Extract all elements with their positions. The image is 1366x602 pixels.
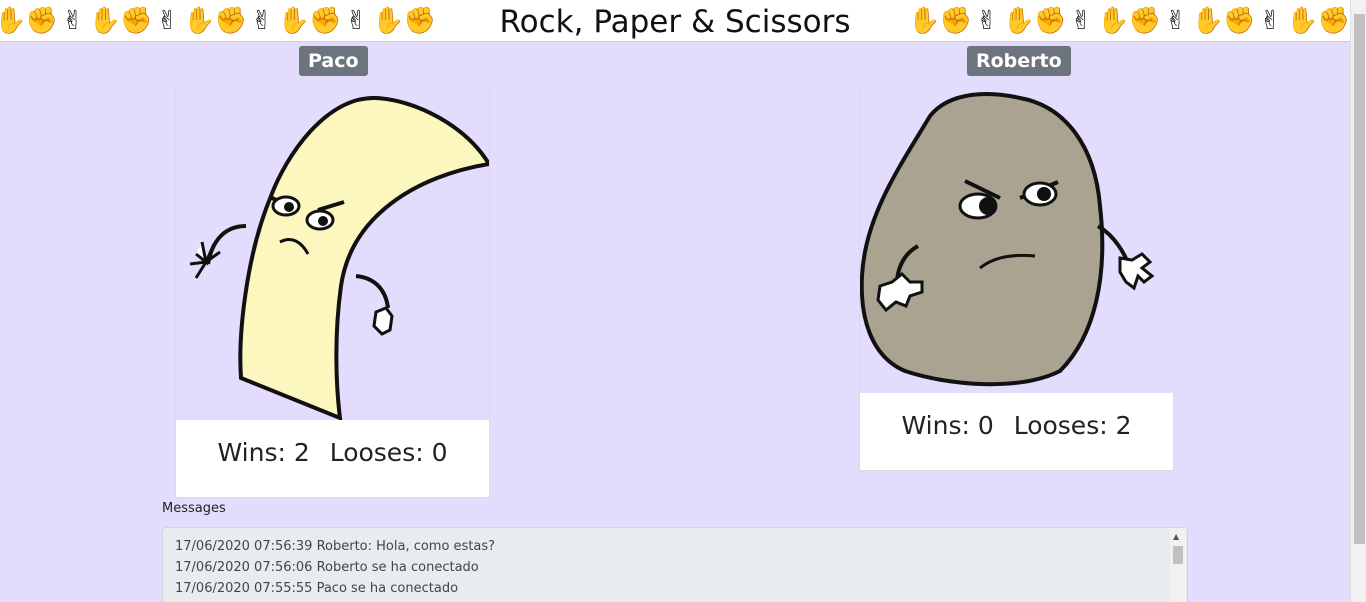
messages-scrollbar[interactable]: ▲ [1170, 528, 1186, 602]
player-1-name-badge: Paco [299, 46, 368, 76]
player-1-card[interactable]: Wins: 2 Looses: 0 [175, 85, 490, 498]
messages-list: 17/06/2020 07:56:39 Roberto: Hola, como … [175, 536, 495, 599]
header-bar: ✋✊✌✋✊✌✋✊✌✋✊✌✋✊ Rock, Paper & Scissors ✋✊… [0, 0, 1350, 42]
hand-icon: ✌ [345, 6, 368, 36]
hand-icon: ✊ [25, 6, 58, 36]
hand-icon: ✌ [1070, 6, 1093, 36]
hand-icon: ✌ [250, 6, 273, 36]
player-1-wins: Wins: 2 [217, 438, 310, 467]
hand-icon: ✌ [1259, 6, 1282, 36]
paper-character-image [176, 86, 489, 422]
hand-icon: ✊ [214, 6, 247, 36]
hand-icon: ✊ [1034, 6, 1067, 36]
page-scrollbar[interactable] [1350, 0, 1366, 602]
hand-icon: ✊ [403, 6, 436, 36]
hand-icon: ✊ [1317, 6, 1350, 36]
hand-icons-right: ✋✊ ✌ ✋✊ ✌ ✋✊ ✌ ✋✊ ✌ ✋✊ [908, 4, 1350, 38]
hand-icon: ✌ [156, 6, 179, 36]
hand-icon: ✌ [61, 6, 84, 36]
hand-icon: ✊ [939, 6, 972, 36]
player-1-score: Wins: 2 Looses: 0 [176, 438, 489, 467]
scroll-up-arrow-icon[interactable]: ▲ [1173, 532, 1179, 541]
hand-icon: ✊ [309, 6, 342, 36]
hand-icon: ✋ [277, 6, 310, 36]
player-2-name-badge: Roberto [967, 46, 1071, 76]
messages-scroll-thumb[interactable] [1173, 546, 1183, 564]
messages-box[interactable]: 17/06/2020 07:56:39 Roberto: Hola, como … [162, 527, 1188, 602]
hand-icon: ✌ [975, 6, 998, 36]
message-line: 17/06/2020 07:56:06 Roberto se ha conect… [175, 560, 479, 575]
hand-icon: ✊ [1128, 6, 1161, 36]
message-line: 17/06/2020 07:56:39 Roberto: Hola, como … [175, 539, 496, 554]
page-title: Rock, Paper & Scissors [499, 4, 851, 40]
hand-icons-left: ✋✊✌✋✊✌✋✊✌✋✊✌✋✊ [0, 4, 446, 38]
page-scroll-thumb[interactable] [1354, 14, 1365, 544]
player-2-looses: Looses: 2 [1013, 411, 1132, 440]
hand-icon: ✋ [372, 6, 405, 36]
hand-icon: ✋ [1191, 6, 1224, 36]
hand-icon: ✋ [183, 6, 216, 36]
player-2-card[interactable]: Wins: 0 Looses: 2 [859, 85, 1174, 471]
player-2-wins: Wins: 0 [901, 411, 994, 440]
hand-icon: ✋ [1286, 6, 1319, 36]
hand-icon: ✌ [1164, 6, 1187, 36]
hand-icon: ✋ [88, 6, 121, 36]
messages-label: Messages [162, 501, 226, 516]
hand-icon: ✊ [1223, 6, 1256, 36]
message-line: 17/06/2020 07:55:55 Paco se ha conectado [175, 581, 459, 596]
hand-icon: ✋ [1097, 6, 1130, 36]
player-2-score: Wins: 0 Looses: 2 [860, 411, 1173, 440]
rock-character-image [860, 86, 1173, 393]
hand-icon: ✋ [1002, 6, 1035, 36]
hand-icon: ✋ [0, 4, 26, 38]
hand-icon: ✊ [120, 6, 153, 36]
hand-icon: ✋ [908, 6, 941, 36]
player-1-looses: Looses: 0 [329, 438, 448, 467]
